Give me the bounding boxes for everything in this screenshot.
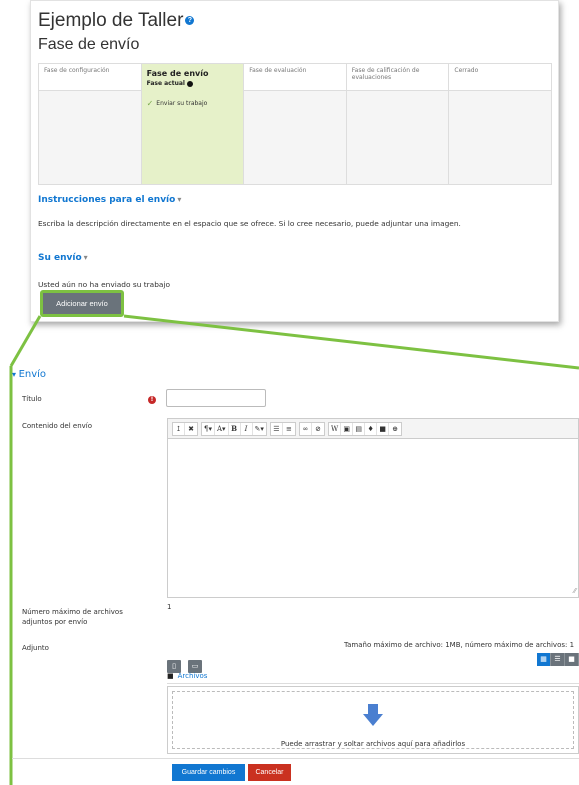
filemanager-toolbar: ▯ ▭ ▦ ☰ ■	[167, 653, 579, 673]
paragraph-style-icon[interactable]: ¶▾	[202, 422, 215, 435]
ordered-list-icon[interactable]: ≡	[283, 423, 295, 435]
phase-name: Fase de envío	[146, 69, 209, 78]
link-icon[interactable]: ∞	[300, 422, 312, 435]
download-arrow-icon	[363, 704, 383, 726]
title-input[interactable]	[166, 389, 266, 407]
video-icon[interactable]: ■	[377, 422, 390, 435]
add-submission-button[interactable]: Adicionar envío	[43, 293, 121, 314]
fullscreen-icon[interactable]: ✖	[185, 423, 197, 435]
manage-files-icon[interactable]: ⊕	[389, 423, 401, 435]
submission-form: ▾ Envío Título ! Contenido del envío ↥ ✖…	[12, 366, 579, 785]
filemanager-path: ■ Archivos	[167, 672, 579, 684]
phase-name: Fase de configuración	[39, 64, 141, 91]
microphone-icon[interactable]: ♦	[365, 422, 378, 435]
check-icon: ✓	[146, 99, 154, 108]
collapse-toolbar-icon[interactable]: ↥	[173, 422, 185, 435]
attachment-label: Adjunto	[22, 644, 49, 652]
folder-icon: ■	[167, 672, 174, 680]
save-changes-button[interactable]: Guardar cambios	[172, 764, 245, 781]
current-phase-dot-icon	[186, 80, 193, 87]
form-legend[interactable]: ▾ Envío	[12, 369, 46, 380]
title-label: Título	[22, 395, 42, 403]
max-files-value: 1	[167, 603, 172, 611]
tree-view-icon[interactable]: ■	[565, 653, 579, 666]
list-view-icon[interactable]: ☰	[551, 653, 565, 666]
caret-down-icon: ▾	[83, 253, 88, 262]
icon-view-icon[interactable]: ▦	[537, 653, 551, 666]
wiki-icon[interactable]: W	[329, 422, 342, 435]
form-legend-label: Envío	[18, 369, 47, 380]
submission-heading-label: Su envío	[38, 253, 82, 263]
instructions-heading[interactable]: Instrucciones para el envío ▾	[38, 195, 181, 205]
phase-column-assessment: Fase de evaluación	[244, 64, 347, 184]
phase-name: Fase de calificación de evaluaciones	[346, 64, 449, 91]
phase-column-submission: Fase de envío Fase actual ✓ Enviar su tr…	[141, 64, 245, 184]
current-phase-label: Fase actual	[146, 80, 185, 87]
phase-name: Fase de evaluación	[244, 64, 346, 91]
phase-name: Cerrado	[449, 64, 551, 91]
editor-toolbar: ↥ ✖ ¶▾ A▾ B I ✎▾ ☰ ≡ ∞ ⊘ W ▣ ▤ ♦ ■ ⊕	[168, 419, 578, 439]
required-icon: !	[148, 396, 156, 404]
unlink-icon[interactable]: ⊘	[312, 423, 324, 435]
cancel-button[interactable]: Cancelar	[248, 764, 291, 781]
page-title: Ejemplo de Taller?	[38, 10, 195, 32]
phase-table: Fase de configuración Fase de envío Fase…	[38, 63, 552, 185]
phase-column-closed: Cerrado	[449, 64, 551, 184]
font-color-icon[interactable]: A▾	[215, 422, 229, 435]
instructions-text: Escriba la descripción directamente en e…	[38, 219, 461, 228]
instructions-heading-label: Instrucciones para el envío	[38, 195, 176, 205]
workshop-title: Ejemplo de Taller	[38, 10, 184, 31]
submission-status: Usted aún no ha enviado su trabajo	[38, 280, 171, 289]
workshop-panel: Ejemplo de Taller? Fase de envío Fase de…	[30, 0, 559, 322]
content-label: Contenido del envío	[22, 422, 93, 430]
dropzone-text: Puede arrastrar y soltar archivos aquí p…	[280, 740, 466, 748]
phase-column-setup: Fase de configuración	[39, 64, 142, 184]
italic-icon[interactable]: I	[241, 422, 253, 435]
phase-title: Fase de envío	[38, 36, 140, 53]
brush-icon[interactable]: ✎▾	[253, 423, 266, 435]
help-icon[interactable]: ?	[185, 16, 195, 26]
media-icon[interactable]: ▤	[353, 422, 366, 435]
files-path-link[interactable]: Archivos	[178, 672, 208, 680]
image-icon[interactable]: ▣	[341, 422, 354, 435]
file-dropzone[interactable]: Puede arrastrar y soltar archivos aquí p…	[167, 686, 579, 754]
unordered-list-icon[interactable]: ☰	[271, 422, 283, 435]
resize-handle-icon[interactable]: ⁄⁄	[574, 587, 576, 595]
submission-heading[interactable]: Su envío ▾	[38, 253, 88, 263]
content-editor[interactable]: ↥ ✖ ¶▾ A▾ B I ✎▾ ☰ ≡ ∞ ⊘ W ▣ ▤ ♦ ■ ⊕ ⁄⁄	[167, 418, 579, 598]
phase-column-grading: Fase de calificación de evaluaciones	[346, 64, 450, 184]
form-divider	[12, 758, 579, 759]
caret-down-icon: ▾	[177, 195, 182, 204]
task-label: Enviar su trabajo	[156, 100, 208, 107]
file-limits-text: Tamaño máximo de archivo: 1MB, número má…	[344, 641, 575, 649]
phase-task[interactable]: ✓ Enviar su trabajo	[147, 99, 239, 108]
current-phase-indicator: Fase actual	[147, 80, 239, 87]
max-files-label: Número máximo de archivos adjuntos por e…	[22, 608, 123, 626]
bold-icon[interactable]: B	[229, 422, 241, 435]
